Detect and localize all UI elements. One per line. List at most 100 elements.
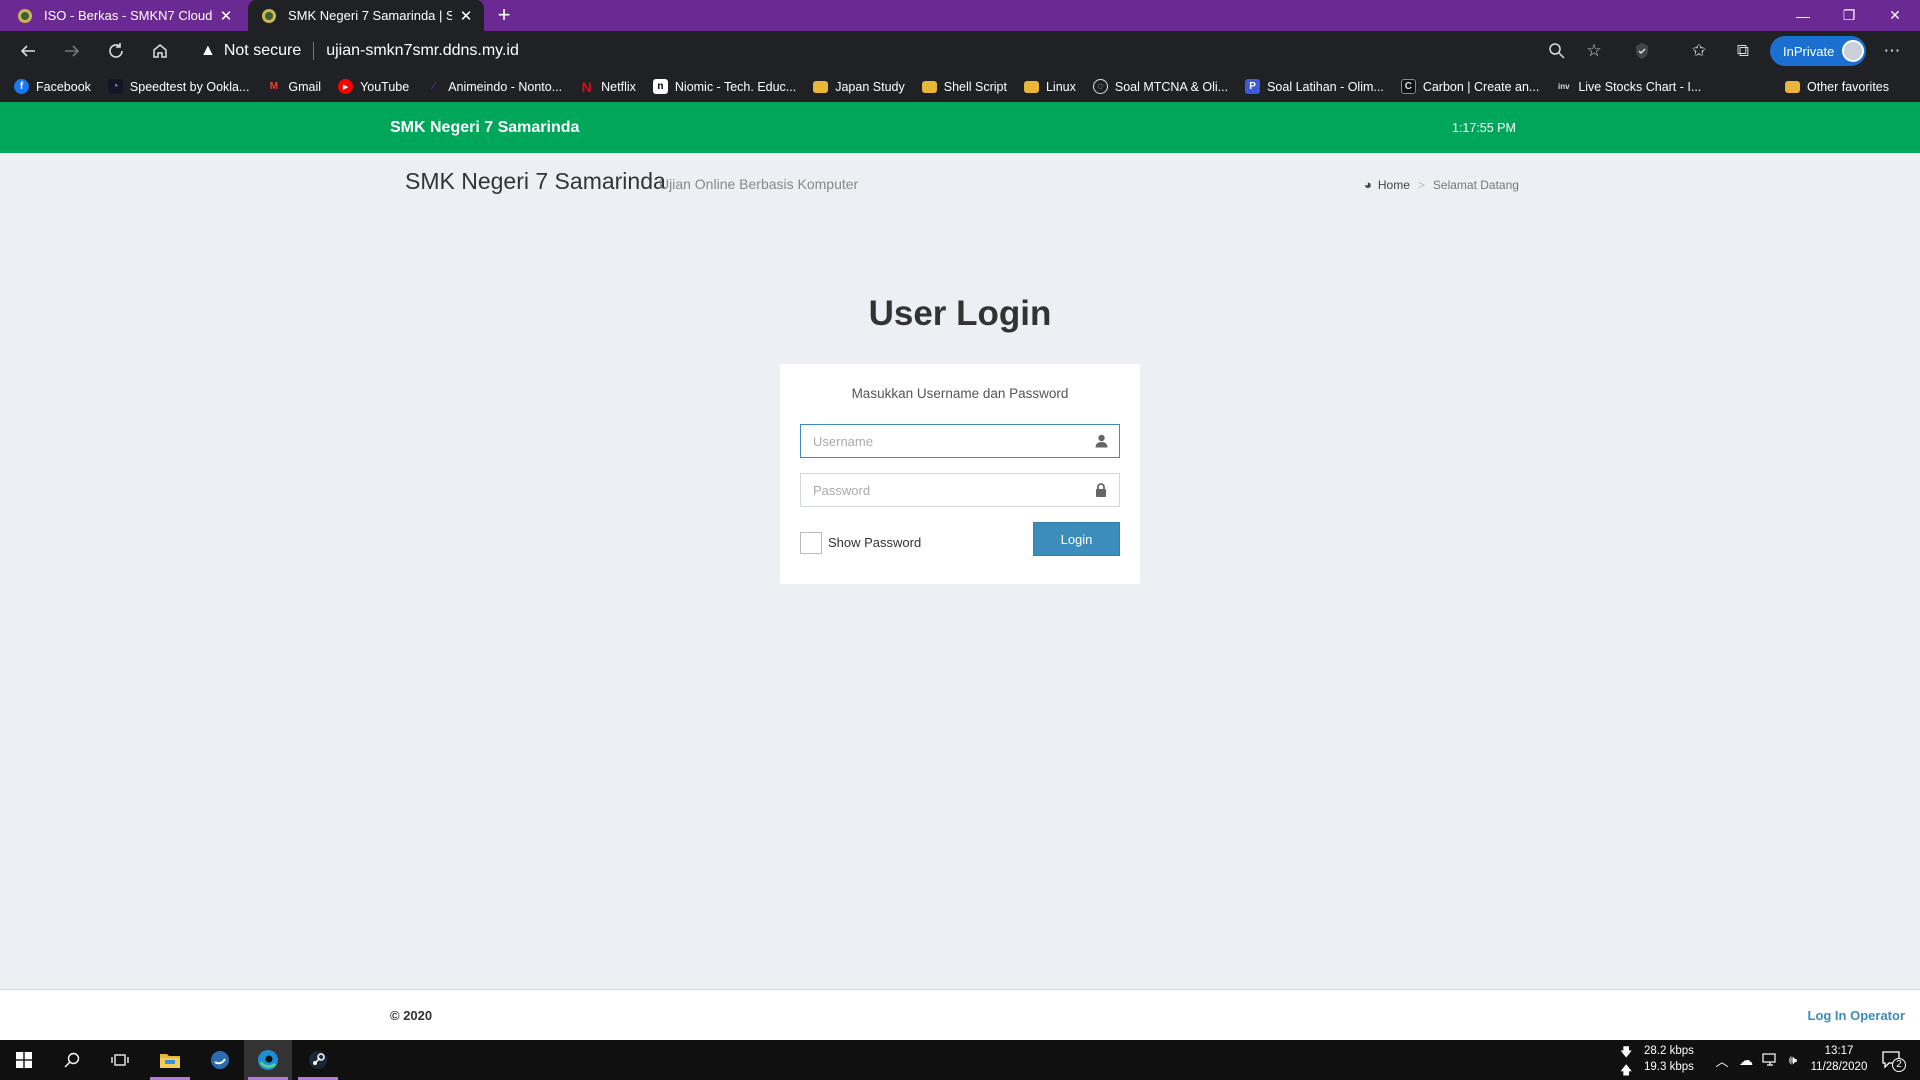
facebook-icon: f <box>14 79 29 94</box>
bookmark-item[interactable]: ◌ Soal MTCNA & Oli... <box>1092 79 1229 94</box>
action-center-button[interactable]: 2 <box>1872 1040 1912 1080</box>
collections-icon[interactable]: ⧉ <box>1731 39 1755 63</box>
back-arrow-icon <box>20 45 35 57</box>
minimize-window-button[interactable]: — <box>1780 0 1826 31</box>
monitor-icon <box>1762 1053 1776 1066</box>
forward-arrow-icon <box>65 45 80 57</box>
onedrive-cloud-icon[interactable]: ☁ <box>1734 1040 1758 1080</box>
home-button[interactable] <box>145 37 175 65</box>
bookmark-label: Niomic - Tech. Educ... <box>674 79 797 94</box>
page-title: SMK Negeri 7 Samarinda <box>405 168 666 194</box>
bookmarks-bar: f Facebook ◔ Speedtest by Ookla... M Gmail … <box>0 71 1920 102</box>
bookmark-item[interactable]: ▶ YouTube <box>338 79 409 94</box>
bookmark-folder[interactable]: Shell Script <box>921 79 1007 94</box>
other-favorites-label: Other favorites <box>1807 79 1889 94</box>
search-button[interactable] <box>48 1040 96 1080</box>
close-tab-icon[interactable]: ✕ <box>218 7 234 25</box>
bookmark-label: Shell Script <box>943 79 1007 94</box>
bookmark-label: Facebook <box>36 79 91 94</box>
browser-tab-active[interactable]: SMK Negeri 7 Samarinda | Selamat Datang … <box>248 0 484 31</box>
carbon-icon: C <box>1400 79 1416 94</box>
bookmark-item[interactable]: C Carbon | Create an... <box>1400 79 1539 94</box>
network-icon[interactable] <box>1758 1040 1782 1080</box>
profile-avatar <box>1842 40 1865 62</box>
forward-button[interactable] <box>57 37 87 65</box>
mikrotik-icon: ◌ <box>1092 79 1108 94</box>
page-subtitle: Ujian Online Berbasis Komputer <box>659 176 859 192</box>
steam-app[interactable] <box>294 1040 342 1080</box>
bookmark-item[interactable]: ◔ Speedtest by Ookla... <box>107 79 249 94</box>
close-tab-icon[interactable]: ✕ <box>458 7 474 25</box>
clock-time: 13:17 <box>1824 1045 1854 1057</box>
warning-icon: ▲ <box>200 42 216 59</box>
volume-icon[interactable]: 🕪 <box>1782 1040 1804 1080</box>
search-icon <box>64 1052 80 1068</box>
start-button[interactable] <box>0 1040 48 1080</box>
show-password-label[interactable]: Show Password <box>828 535 921 550</box>
p-icon: P <box>1245 79 1261 94</box>
divider <box>313 42 315 60</box>
bookmark-item[interactable]: N Netflix <box>579 78 636 95</box>
inprivate-label: InPrivate <box>1783 43 1835 59</box>
login-button[interactable]: Login <box>1033 522 1120 556</box>
breadcrumb: ◕ Home > Selamat Datang <box>1364 177 1519 192</box>
favorites-list-icon[interactable]: ✩ <box>1687 39 1711 63</box>
username-field[interactable] <box>800 424 1120 458</box>
new-tab-button[interactable]: + <box>492 3 516 27</box>
youtube-icon: ▶ <box>338 79 354 94</box>
bookmark-label: Soal Latihan - Olim... <box>1267 79 1384 94</box>
app-pinned[interactable] <box>196 1040 244 1080</box>
browser-tab[interactable]: ISO - Berkas - SMKN7 Cloud ✕ <box>4 0 244 31</box>
bookmark-item[interactable]: ⁄ Animeindo - Nonto... <box>426 79 562 94</box>
browser-tab-strip: ISO - Berkas - SMKN7 Cloud ✕ SMK Negeri … <box>0 0 1920 31</box>
bookmark-item[interactable]: f Facebook <box>14 79 91 94</box>
close-window-button[interactable]: ✕ <box>1872 0 1918 31</box>
site-brand[interactable]: SMK Negeri 7 Samarinda <box>390 119 579 137</box>
refresh-icon <box>109 43 123 58</box>
extension-shield-icon[interactable] <box>1630 39 1654 63</box>
file-explorer-app[interactable] <box>146 1040 194 1080</box>
more-options-icon[interactable]: ⋯ <box>1880 39 1904 63</box>
netflix-icon: N <box>581 78 592 95</box>
app-circle-icon <box>211 1051 229 1069</box>
back-button[interactable] <box>13 37 43 65</box>
other-favorites-folder[interactable]: Other favorites <box>1785 71 1889 102</box>
task-view-button[interactable] <box>96 1040 144 1080</box>
username-input[interactable] <box>801 425 1081 457</box>
restore-window-button[interactable]: ❐ <box>1826 0 1872 31</box>
show-password-checkbox[interactable] <box>800 532 822 554</box>
bookmark-item[interactable]: n Niomic - Tech. Educ... <box>652 79 797 94</box>
url-text[interactable]: ujian-smkn7smr.ddns.my.id <box>326 42 519 60</box>
bookmark-label: Linux <box>1045 79 1076 94</box>
refresh-button[interactable] <box>101 37 131 65</box>
bookmark-folder[interactable]: Japan Study <box>813 80 905 94</box>
inprivate-badge[interactable]: InPrivate <box>1770 36 1866 66</box>
zoom-icon[interactable] <box>1545 39 1569 63</box>
task-view-icon <box>111 1054 129 1066</box>
system-clock[interactable]: 13:17 11/28/2020 <box>1804 1040 1874 1080</box>
favorite-star-icon[interactable]: ☆ <box>1582 39 1606 63</box>
dashboard-icon: ◕ <box>1364 177 1372 192</box>
password-input[interactable] <box>801 474 1081 506</box>
breadcrumb-separator: > <box>1417 177 1425 192</box>
bookmark-label: Soal MTCNA & Oli... <box>1114 79 1229 94</box>
edge-app[interactable] <box>244 1040 292 1080</box>
password-field[interactable] <box>800 473 1120 507</box>
operator-login-link[interactable]: Log In Operator <box>1808 1008 1906 1023</box>
bookmark-item[interactable]: inv Live Stocks Chart - I... <box>1556 79 1701 94</box>
address-bar[interactable]: ▲ Not secure ujian-smkn7smr.ddns.my.id <box>190 35 1610 67</box>
site-topbar: SMK Negeri 7 Samarinda 1:17:55 PM <box>0 102 1920 153</box>
login-box: Masukkan Username dan Password Show Pass… <box>780 364 1140 584</box>
speedtest-icon: ◔ <box>107 79 123 94</box>
shield-icon <box>1636 43 1648 59</box>
bookmark-item[interactable]: P Soal Latihan - Olim... <box>1245 79 1384 94</box>
footer-copyright: © 2020 <box>390 1008 433 1023</box>
breadcrumb-home[interactable]: Home <box>1378 178 1410 192</box>
magnifier-icon <box>1549 43 1565 59</box>
security-status[interactable]: Not secure <box>224 42 301 60</box>
bookmark-label: Gmail <box>288 79 322 94</box>
folder-icon <box>1785 80 1801 93</box>
show-hidden-icons-chevron-icon[interactable]: ︿ <box>1710 1040 1734 1080</box>
bookmark-item[interactable]: M Gmail <box>266 79 321 94</box>
bookmark-folder[interactable]: Linux <box>1023 79 1076 94</box>
